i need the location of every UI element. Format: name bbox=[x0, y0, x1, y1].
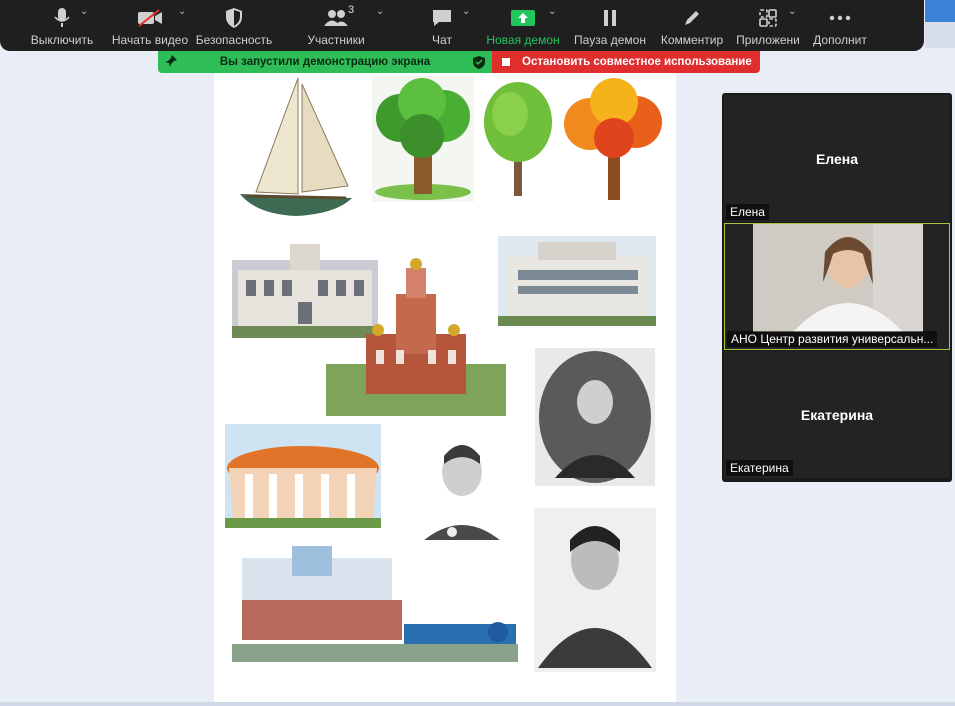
chevron-down-icon[interactable]: ⌄ bbox=[462, 6, 470, 17]
portrait-oval-image bbox=[535, 348, 655, 486]
annotate-button[interactable]: Комментир bbox=[656, 0, 728, 51]
annotate-label: Комментир bbox=[660, 33, 724, 47]
share-banner-text: Вы запустили демонстрацию экрана bbox=[219, 56, 431, 68]
start-video-label: Начать видео bbox=[111, 33, 189, 47]
stop-share-button[interactable]: Остановить совместное использование bbox=[492, 51, 760, 73]
circus-building-image bbox=[225, 424, 381, 528]
stop-share-label: Остановить совместное использование bbox=[522, 56, 752, 68]
pause-share-label: Пауза демон bbox=[574, 33, 646, 47]
bottom-edge bbox=[0, 702, 955, 706]
autumn-tree-image bbox=[560, 78, 668, 202]
participant-name: Екатерина bbox=[800, 406, 874, 423]
pencil-icon bbox=[678, 7, 706, 29]
shield-check-icon bbox=[466, 55, 492, 69]
shield-icon bbox=[220, 7, 248, 29]
more-icon bbox=[826, 7, 854, 29]
mute-button[interactable]: ⌄ Выключить bbox=[22, 0, 102, 51]
more-label: Дополнит bbox=[813, 33, 867, 47]
chevron-down-icon[interactable]: ⌄ bbox=[178, 6, 186, 17]
participant-tile[interactable]: Екатерина Екатерина bbox=[724, 351, 950, 478]
participants-panel: Елена Елена АНО Центр развития универсал… bbox=[722, 93, 952, 482]
sailboat-image bbox=[236, 74, 356, 220]
video-off-icon bbox=[136, 7, 164, 29]
participant-name-tag: Екатерина bbox=[726, 460, 793, 476]
share-screen-icon bbox=[509, 7, 537, 29]
screen-share-banner[interactable]: Вы запустили демонстрацию экрана bbox=[158, 51, 492, 73]
participants-count: 3 bbox=[348, 4, 355, 16]
participant-tile[interactable]: Елена Елена bbox=[724, 95, 950, 222]
participant-name-tag: Елена bbox=[726, 204, 769, 220]
chevron-down-icon[interactable]: ⌄ bbox=[548, 6, 556, 17]
shared-document bbox=[214, 72, 676, 702]
microphone-icon bbox=[48, 7, 76, 29]
window-corner bbox=[925, 0, 955, 22]
theatre-building-image bbox=[498, 236, 656, 326]
chevron-down-icon[interactable]: ⌄ bbox=[80, 6, 88, 17]
research-center-image bbox=[232, 540, 518, 662]
window-corner-lower bbox=[925, 22, 955, 48]
apps-icon bbox=[754, 7, 782, 29]
new-share-label: Новая демон bbox=[486, 33, 560, 47]
oak-tree-image bbox=[372, 76, 474, 202]
security-button[interactable]: Безопасность bbox=[195, 0, 273, 51]
participant-tile-active-speaker[interactable]: АНО Центр развития универсальн... bbox=[724, 223, 950, 350]
apps-label: Приложени bbox=[736, 33, 800, 47]
participant-name-tag: АНО Центр развития универсальн... bbox=[727, 331, 938, 347]
portrait-bagration-image bbox=[534, 508, 656, 672]
pause-share-button[interactable]: Пауза демон bbox=[564, 0, 656, 51]
security-label: Безопасность bbox=[195, 33, 273, 47]
participant-video bbox=[753, 224, 923, 332]
mute-label: Выключить bbox=[30, 33, 94, 47]
birch-tree-image bbox=[480, 80, 556, 198]
participants-icon bbox=[322, 7, 350, 29]
chevron-down-icon[interactable]: ⌄ bbox=[376, 6, 384, 17]
apps-button[interactable]: ⌄ Приложени bbox=[728, 0, 808, 51]
meeting-toolbar: ⌄ Выключить ⌄ Начать видео Безопасность … bbox=[0, 0, 924, 51]
chevron-down-icon[interactable]: ⌄ bbox=[788, 6, 796, 17]
chat-icon bbox=[428, 7, 456, 29]
pin-icon[interactable] bbox=[158, 54, 184, 70]
chat-button[interactable]: ⌄ Чат bbox=[402, 0, 482, 51]
new-share-button[interactable]: ⌄ Новая демон bbox=[482, 0, 564, 51]
pause-icon bbox=[596, 7, 624, 29]
church-image bbox=[326, 254, 506, 416]
participants-button[interactable]: 3 ⌄ Участники bbox=[270, 0, 402, 51]
chat-label: Чат bbox=[432, 33, 452, 47]
stop-square-icon bbox=[502, 58, 510, 66]
participant-name: Елена bbox=[815, 150, 859, 167]
start-video-button[interactable]: ⌄ Начать видео bbox=[102, 0, 198, 51]
more-button[interactable]: Дополнит bbox=[808, 0, 872, 51]
participants-label: Участники bbox=[307, 33, 365, 47]
